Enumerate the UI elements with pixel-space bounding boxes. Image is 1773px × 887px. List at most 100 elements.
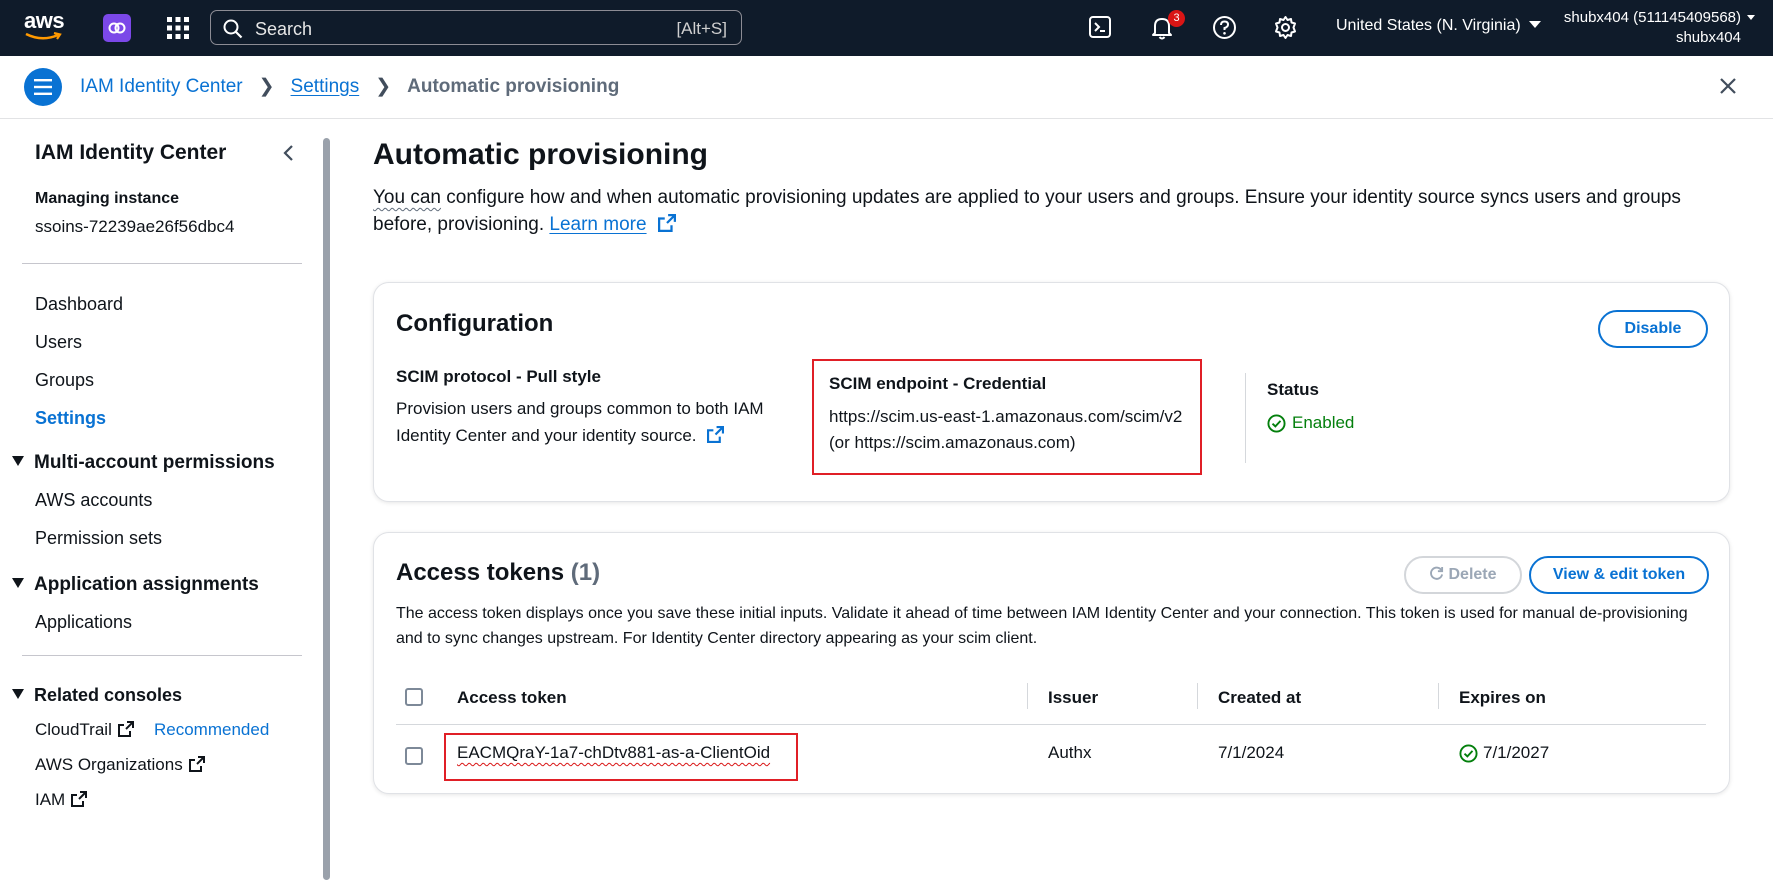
sidebar-item-aws-accounts[interactable]: AWS accounts bbox=[35, 490, 152, 511]
token-created-at: 7/1/2024 bbox=[1218, 743, 1285, 762]
section-label: Multi-account permissions bbox=[34, 452, 275, 473]
gear-icon[interactable] bbox=[1273, 15, 1298, 40]
scim-protocol-text: Provision users and groups common to bot… bbox=[396, 395, 766, 449]
status-label: Status bbox=[1267, 380, 1319, 399]
scim-endpoint-alt: (or https://scim.amazonaus.com) bbox=[829, 433, 1076, 452]
token-value[interactable]: EACMQraY-1a7-chDtv881-as-a-ClientOid bbox=[457, 743, 770, 763]
scim-protocol-label: SCIM protocol - Pull style bbox=[396, 367, 601, 386]
learn-more-link[interactable]: Learn more bbox=[549, 214, 646, 235]
account-user: shubx404 bbox=[1675, 29, 1741, 46]
breadcrumb-bar: IAM Identity Center ❯ Settings ❯ Automat… bbox=[0, 56, 1773, 119]
section-application-assignments[interactable]: Application assignments bbox=[12, 574, 259, 596]
recommended-badge[interactable]: Recommended bbox=[154, 720, 269, 740]
sidebar-divider bbox=[22, 655, 302, 656]
aws-smile-icon bbox=[25, 32, 62, 40]
disable-button[interactable]: Disable bbox=[1598, 310, 1708, 348]
sidebar-item-settings[interactable]: Settings bbox=[35, 408, 106, 429]
external-link-icon bbox=[117, 721, 134, 737]
iam-label: IAM bbox=[35, 790, 66, 809]
search-placeholder: Search bbox=[255, 19, 313, 39]
column-divider bbox=[1027, 683, 1028, 709]
side-menu-button[interactable] bbox=[24, 68, 62, 106]
chevron-right-icon: ❯ bbox=[375, 76, 392, 97]
column-divider bbox=[1245, 373, 1246, 463]
column-header-expires-on[interactable]: Expires on bbox=[1459, 688, 1546, 708]
sidebar-item-applications[interactable]: Applications bbox=[35, 612, 132, 633]
external-link-icon[interactable] bbox=[657, 214, 676, 232]
hamburger-icon bbox=[34, 79, 52, 95]
sidebar-item-permission-sets[interactable]: Permission sets bbox=[35, 528, 162, 549]
chevron-right-icon: ❯ bbox=[258, 76, 275, 97]
chevron-down-icon bbox=[1747, 15, 1755, 20]
status-value: Enabled bbox=[1292, 413, 1355, 432]
section-label: Related consoles bbox=[34, 685, 183, 705]
managing-instance-value: ssoins-72239ae26f56dbc4 bbox=[35, 217, 235, 236]
caret-down-icon bbox=[12, 578, 24, 588]
sidebar-item-users[interactable]: Users bbox=[35, 332, 82, 353]
delete-button: Delete bbox=[1404, 556, 1522, 594]
page-description: You can configure how and when automatic… bbox=[373, 184, 1723, 238]
section-multi-account-permissions[interactable]: Multi-account permissions bbox=[12, 452, 275, 474]
column-divider bbox=[1438, 683, 1439, 709]
search-icon bbox=[223, 19, 243, 39]
access-tokens-title-text: Access tokens bbox=[396, 559, 565, 586]
configuration-panel: Configuration Disable SCIM protocol - Pu… bbox=[373, 282, 1730, 502]
help-icon[interactable] bbox=[1212, 15, 1237, 40]
sidebar-item-cloudtrail[interactable]: CloudTrail bbox=[35, 720, 134, 740]
select-all-checkbox[interactable] bbox=[405, 688, 423, 706]
access-tokens-title: Access tokens (1) bbox=[396, 559, 600, 587]
sidebar-scrollbar[interactable] bbox=[323, 138, 330, 880]
organizations-label: AWS Organizations bbox=[35, 755, 183, 774]
delete-label: Delete bbox=[1448, 566, 1497, 583]
sidebar-item-aws-organizations[interactable]: AWS Organizations bbox=[35, 755, 205, 775]
breadcrumb-iam-identity-center[interactable]: IAM Identity Center bbox=[80, 76, 243, 98]
token-expires-on: 7/1/2027 bbox=[1459, 743, 1549, 763]
sidebar-item-iam[interactable]: IAM bbox=[35, 790, 88, 810]
link-app-icon bbox=[108, 22, 126, 34]
column-header-created-at[interactable]: Created at bbox=[1218, 688, 1301, 708]
side-navigation: IAM Identity Center Managing instance ss… bbox=[0, 119, 320, 887]
check-circle-icon bbox=[1267, 413, 1286, 433]
chevron-left-icon[interactable] bbox=[282, 144, 294, 162]
description-lead: You can bbox=[373, 187, 441, 208]
external-link-icon bbox=[71, 791, 88, 807]
section-label: Application assignments bbox=[34, 574, 259, 595]
row-checkbox[interactable] bbox=[405, 747, 423, 765]
status-indicator: Enabled bbox=[1267, 413, 1354, 433]
token-issuer: Authx bbox=[1048, 743, 1092, 762]
close-icon[interactable] bbox=[1719, 77, 1737, 95]
external-link-icon bbox=[188, 756, 205, 772]
access-tokens-description: The access token displays once you save … bbox=[396, 605, 1688, 647]
app-icon[interactable] bbox=[103, 14, 131, 42]
cloudtrail-label: CloudTrail bbox=[35, 720, 112, 739]
search-shortcut: [Alt+S] bbox=[676, 19, 727, 38]
aws-logo[interactable]: aws bbox=[24, 10, 68, 44]
access-tokens-count: (1) bbox=[570, 559, 601, 586]
column-header-access-token[interactable]: Access token bbox=[457, 688, 567, 708]
external-link-icon[interactable] bbox=[707, 426, 725, 443]
grid-icon[interactable] bbox=[167, 17, 189, 39]
notification-badge: 3 bbox=[1168, 10, 1185, 27]
sidebar-item-dashboard[interactable]: Dashboard bbox=[35, 294, 123, 315]
top-navigation-bar: aws Search [Alt+S] 3 United States (N. V… bbox=[0, 0, 1773, 56]
page-title: Automatic provisioning bbox=[373, 138, 709, 171]
account-menu[interactable]: shubx404 (511145409568) shubx404 bbox=[1564, 8, 1755, 48]
column-header-issuer[interactable]: Issuer bbox=[1048, 688, 1098, 708]
search-input[interactable]: Search [Alt+S] bbox=[210, 10, 742, 45]
sidebar-item-groups[interactable]: Groups bbox=[35, 370, 94, 391]
check-circle-icon bbox=[1459, 743, 1478, 763]
sidebar-title[interactable]: IAM Identity Center bbox=[35, 141, 226, 165]
account-id: shubx404 (511145409568) bbox=[1563, 9, 1741, 26]
breadcrumb-settings[interactable]: Settings bbox=[291, 76, 360, 98]
chevron-down-icon bbox=[1528, 21, 1541, 28]
breadcrumb: IAM Identity Center ❯ Settings ❯ Automat… bbox=[80, 75, 619, 98]
section-related-consoles[interactable]: Related consoles bbox=[12, 685, 182, 706]
region-selector[interactable]: United States (N. Virginia) bbox=[1336, 17, 1541, 35]
scim-endpoint-label: SCIM endpoint - Credential bbox=[829, 374, 1047, 393]
caret-down-icon bbox=[12, 456, 24, 466]
caret-down-icon bbox=[12, 689, 24, 699]
managing-instance-label: Managing instance bbox=[35, 190, 180, 207]
configuration-title: Configuration bbox=[396, 310, 554, 337]
cloudshell-icon[interactable] bbox=[1088, 15, 1112, 39]
view-edit-token-button[interactable]: View & edit token bbox=[1529, 556, 1709, 594]
